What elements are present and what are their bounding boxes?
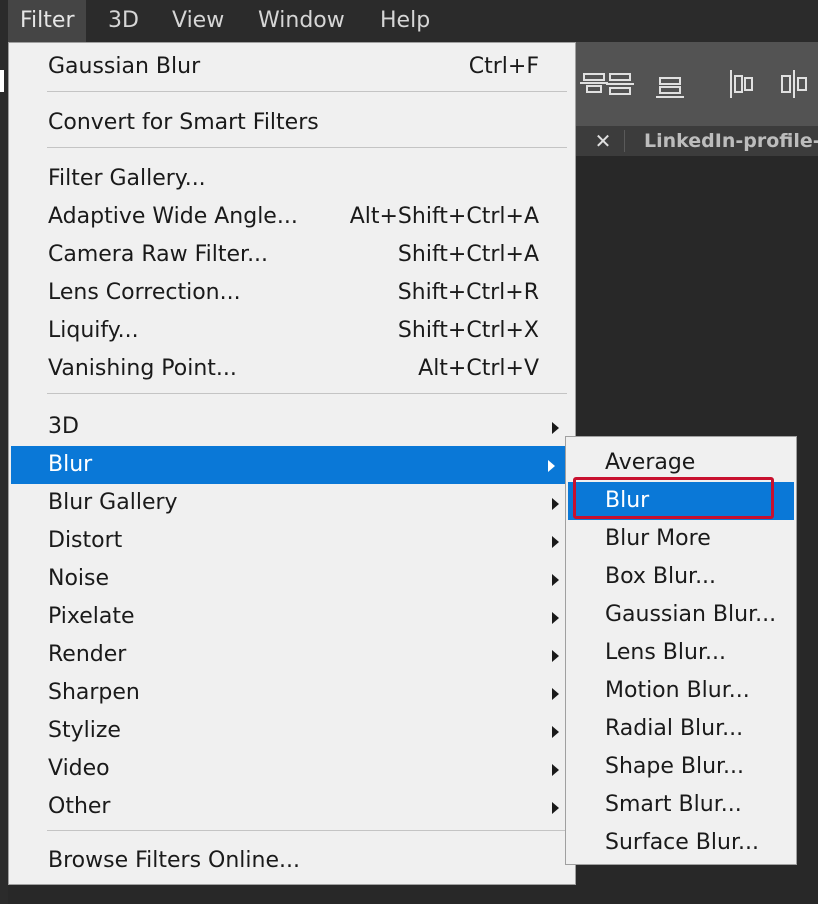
submenu-arrow-icon (552, 612, 559, 624)
submenu-item-label: Blur More (605, 526, 711, 551)
menu-item-label: Filter Gallery... (48, 166, 206, 191)
menu-item-label: Convert for Smart Filters (48, 110, 319, 135)
document-tab-title[interactable]: LinkedIn-profile- (644, 126, 818, 156)
menu-view[interactable]: View (160, 0, 236, 42)
align-vertical-centers-icon[interactable] (606, 68, 634, 100)
menu-item-label: Other (48, 794, 111, 819)
menu-item-lens-correction[interactable]: Lens Correction... Shift+Ctrl+R (11, 274, 573, 312)
menu-window[interactable]: Window (246, 0, 357, 42)
menu-3d[interactable]: 3D (96, 0, 151, 42)
submenu-item-smart-blur[interactable]: Smart Blur... (568, 786, 794, 824)
menu-item-distort[interactable]: Distort (11, 522, 573, 560)
menu-item-camera-raw-filter[interactable]: Camera Raw Filter... Shift+Ctrl+A (11, 236, 573, 274)
submenu-item-radial-blur[interactable]: Radial Blur... (568, 710, 794, 748)
menu-item-label: 3D (48, 414, 79, 439)
menu-item-render[interactable]: Render (11, 636, 573, 674)
submenu-item-label: Shape Blur... (605, 754, 745, 779)
menu-item-label: Stylize (48, 718, 121, 743)
menu-separator (47, 393, 567, 394)
submenu-item-label: Box Blur... (605, 564, 717, 589)
submenu-item-blur-more[interactable]: Blur More (568, 520, 794, 558)
menu-item-label: Noise (48, 566, 110, 591)
menu-item-sharpen[interactable]: Sharpen (11, 674, 573, 712)
menu-item-blur[interactable]: Blur (11, 446, 569, 484)
panel-marker (0, 70, 4, 92)
menu-item-label: Liquify... (48, 318, 139, 343)
submenu-arrow-icon (552, 574, 559, 586)
submenu-item-box-blur[interactable]: Box Blur... (568, 558, 794, 596)
submenu-item-motion-blur[interactable]: Motion Blur... (568, 672, 794, 710)
submenu-item-surface-blur[interactable]: Surface Blur... (568, 824, 794, 862)
menu-item-video[interactable]: Video (11, 750, 573, 788)
submenu-arrow-icon (552, 802, 559, 814)
submenu-item-label: Motion Blur... (605, 678, 750, 703)
menu-item-label: Browse Filters Online... (48, 848, 300, 873)
menu-separator (47, 830, 567, 831)
menu-item-convert-smart-filters[interactable]: Convert for Smart Filters (11, 104, 573, 142)
menu-item-label: Sharpen (48, 680, 140, 705)
menu-item-other[interactable]: Other (11, 788, 573, 826)
menu-item-label: Blur (48, 452, 93, 477)
menu-separator (47, 147, 567, 148)
menu-item-label: Blur Gallery (48, 490, 178, 515)
submenu-arrow-icon (552, 422, 559, 434)
submenu-arrow-icon (552, 726, 559, 738)
submenu-item-gaussian-blur[interactable]: Gaussian Blur... (568, 596, 794, 634)
submenu-arrow-icon (552, 498, 559, 510)
menu-item-stylize[interactable]: Stylize (11, 712, 573, 750)
close-icon[interactable]: ✕ (590, 126, 616, 156)
tools-panel-edge (0, 42, 8, 904)
distribute-horizontal-centers-icon[interactable] (780, 68, 808, 100)
submenu-arrow-icon (552, 536, 559, 548)
submenu-item-lens-blur[interactable]: Lens Blur... (568, 634, 794, 672)
align-vertical-centers-icon[interactable] (580, 68, 608, 100)
submenu-arrow-icon (552, 764, 559, 776)
submenu-arrow-icon (548, 460, 555, 472)
menu-item-blur-gallery[interactable]: Blur Gallery (11, 484, 573, 522)
menu-bar: Filter 3D View Window Help (0, 0, 818, 42)
menu-item-vanishing-point[interactable]: Vanishing Point... Alt+Ctrl+V (11, 350, 573, 388)
submenu-arrow-icon (552, 650, 559, 662)
menu-item-label: Vanishing Point... (48, 356, 237, 381)
menu-item-shortcut: Ctrl+F (468, 54, 539, 79)
menu-help[interactable]: Help (368, 0, 442, 42)
filter-menu: Gaussian Blur Ctrl+F Convert for Smart F… (8, 42, 576, 885)
menu-item-shortcut: Alt+Ctrl+V (418, 356, 539, 381)
submenu-item-label: Radial Blur... (605, 716, 744, 741)
menu-item-label: Gaussian Blur (48, 54, 201, 79)
tab-divider (624, 130, 625, 152)
menu-item-label: Camera Raw Filter... (48, 242, 269, 267)
menu-item-gaussian-blur[interactable]: Gaussian Blur Ctrl+F (11, 48, 573, 86)
menu-item-filter-gallery[interactable]: Filter Gallery... (11, 160, 573, 198)
menu-separator (47, 91, 567, 92)
submenu-item-label: Lens Blur... (605, 640, 726, 665)
menu-item-label: Pixelate (48, 604, 135, 629)
menu-item-3d[interactable]: 3D (11, 408, 573, 446)
menu-item-label: Lens Correction... (48, 280, 241, 305)
menu-item-shortcut: Alt+Shift+Ctrl+A (349, 204, 539, 229)
submenu-item-label: Smart Blur... (605, 792, 742, 817)
menu-item-adaptive-wide-angle[interactable]: Adaptive Wide Angle... Alt+Shift+Ctrl+A (11, 198, 573, 236)
align-bottom-edges-icon[interactable] (656, 68, 684, 100)
submenu-arrow-icon (552, 688, 559, 700)
menu-item-shortcut: Shift+Ctrl+A (397, 242, 539, 267)
distribute-left-icon[interactable] (728, 68, 756, 100)
menu-item-browse-filters-online[interactable]: Browse Filters Online... (11, 842, 573, 880)
menu-item-label: Distort (48, 528, 123, 553)
menu-item-shortcut: Shift+Ctrl+X (397, 318, 539, 343)
submenu-item-shape-blur[interactable]: Shape Blur... (568, 748, 794, 786)
menu-item-liquify[interactable]: Liquify... Shift+Ctrl+X (11, 312, 573, 350)
menu-item-shortcut: Shift+Ctrl+R (397, 280, 539, 305)
menu-item-label: Video (48, 756, 110, 781)
submenu-item-label: Surface Blur... (605, 830, 759, 855)
submenu-item-label: Gaussian Blur... (605, 602, 777, 627)
highlight-annotation-box (573, 477, 774, 519)
menu-item-label: Adaptive Wide Angle... (48, 204, 298, 229)
menu-item-pixelate[interactable]: Pixelate (11, 598, 573, 636)
menu-item-label: Render (48, 642, 127, 667)
menu-filter[interactable]: Filter (8, 0, 87, 42)
menu-item-noise[interactable]: Noise (11, 560, 573, 598)
